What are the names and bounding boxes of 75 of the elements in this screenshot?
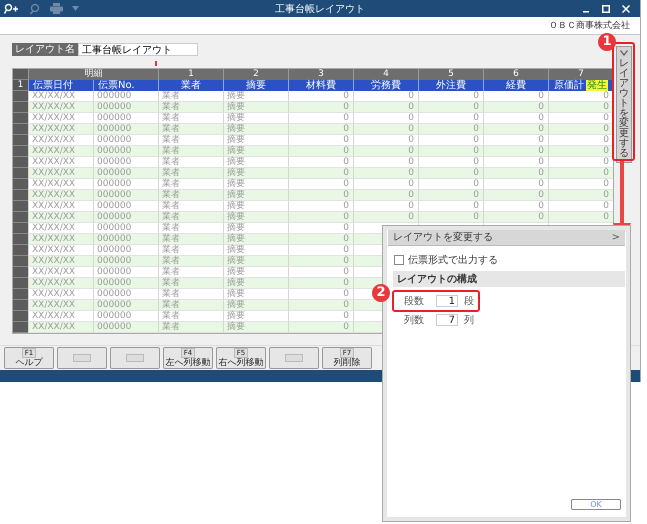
row-header[interactable] <box>13 289 28 300</box>
blank-function-key[interactable] <box>110 347 160 369</box>
column-header[interactable]: 伝票日付 <box>28 80 93 91</box>
column-marker-icon <box>155 61 157 66</box>
row-header[interactable] <box>13 91 28 102</box>
status-tag: 発生 <box>586 80 608 91</box>
table-cell: XX/XX/XX <box>28 322 93 333</box>
zoom-icon[interactable] <box>29 2 41 14</box>
chevron-icon <box>620 50 628 56</box>
collapse-button[interactable]: > <box>612 232 620 242</box>
row-header[interactable] <box>13 124 28 135</box>
layout-name-label: レイアウト名 <box>12 43 78 56</box>
maximize-icon[interactable] <box>602 4 610 12</box>
row-header[interactable] <box>13 102 28 113</box>
group-header: 明細 <box>28 69 158 80</box>
checkbox[interactable] <box>394 255 404 265</box>
dropdown-icon[interactable] <box>72 6 79 11</box>
row-header[interactable] <box>13 113 28 124</box>
row-header[interactable] <box>13 212 28 223</box>
checkbox-label: 伝票形式で出力する <box>408 254 498 267</box>
window-title: 工事台帳レイアウト <box>275 2 365 16</box>
table-cell: 摘要 <box>223 322 288 333</box>
column-header[interactable]: 外注費 <box>418 80 483 91</box>
number-field[interactable]: 7 <box>436 314 458 326</box>
column-header[interactable]: 業者 <box>158 80 223 91</box>
table-cell: 000000 <box>93 322 158 333</box>
unit-label: 段 <box>464 295 474 308</box>
table-cell: 0 <box>288 322 353 333</box>
search-icon[interactable] <box>4 2 20 14</box>
layout-name-field[interactable]: 工事台帳レイアウト <box>78 43 198 56</box>
corner-cell <box>13 69 28 80</box>
group-header: 4 <box>353 69 418 80</box>
row-header[interactable] <box>13 146 28 157</box>
printer-icon[interactable] <box>50 3 63 14</box>
column-header[interactable]: 伝票No. <box>93 80 158 91</box>
row-header[interactable] <box>13 311 28 322</box>
row-header[interactable] <box>13 278 28 289</box>
row-header[interactable] <box>13 245 28 256</box>
unit-label: 列 <box>464 314 474 327</box>
field-label: 段数 <box>404 295 425 308</box>
number-field[interactable]: 1 <box>436 295 458 307</box>
table-cell: 業者 <box>158 322 223 333</box>
column-header[interactable]: 材料費 <box>288 80 353 91</box>
group-header: 2 <box>223 69 288 80</box>
row-header[interactable] <box>13 168 28 179</box>
section-header: レイアウトの構成 <box>393 271 625 287</box>
column-header[interactable]: 労務費 <box>353 80 418 91</box>
close-icon[interactable] <box>622 4 630 12</box>
group-header: 7 <box>548 69 613 80</box>
column-header[interactable]: 経費 <box>483 80 548 91</box>
row-header[interactable] <box>13 267 28 278</box>
group-header: 1 <box>158 69 223 80</box>
blank-function-key[interactable] <box>57 347 107 369</box>
group-header: 5 <box>418 69 483 80</box>
field-label: 列数 <box>404 314 425 327</box>
column-header[interactable]: 原価計 発生 <box>548 80 613 91</box>
row-header[interactable] <box>13 300 28 311</box>
row-header[interactable] <box>13 190 28 201</box>
row-number: 1 <box>13 80 28 91</box>
row-header[interactable] <box>13 223 28 234</box>
side-tab[interactable]: レイアウトを変更する <box>616 46 632 163</box>
group-header: 6 <box>483 69 548 80</box>
blank-function-key[interactable] <box>269 347 319 369</box>
company-name: ＯＢＣ商事株式会社 <box>549 20 630 32</box>
row-header[interactable] <box>13 179 28 190</box>
column-header[interactable]: 摘要 <box>223 80 288 91</box>
panel-title: レイアウトを変更する <box>393 230 493 244</box>
row-header[interactable] <box>13 157 28 168</box>
callout-badge: 2 <box>372 284 390 302</box>
row-header[interactable] <box>13 256 28 267</box>
row-header[interactable] <box>13 201 28 212</box>
row-header[interactable] <box>13 234 28 245</box>
row-header[interactable] <box>13 135 28 146</box>
row-header[interactable] <box>13 322 28 333</box>
group-header: 3 <box>288 69 353 80</box>
